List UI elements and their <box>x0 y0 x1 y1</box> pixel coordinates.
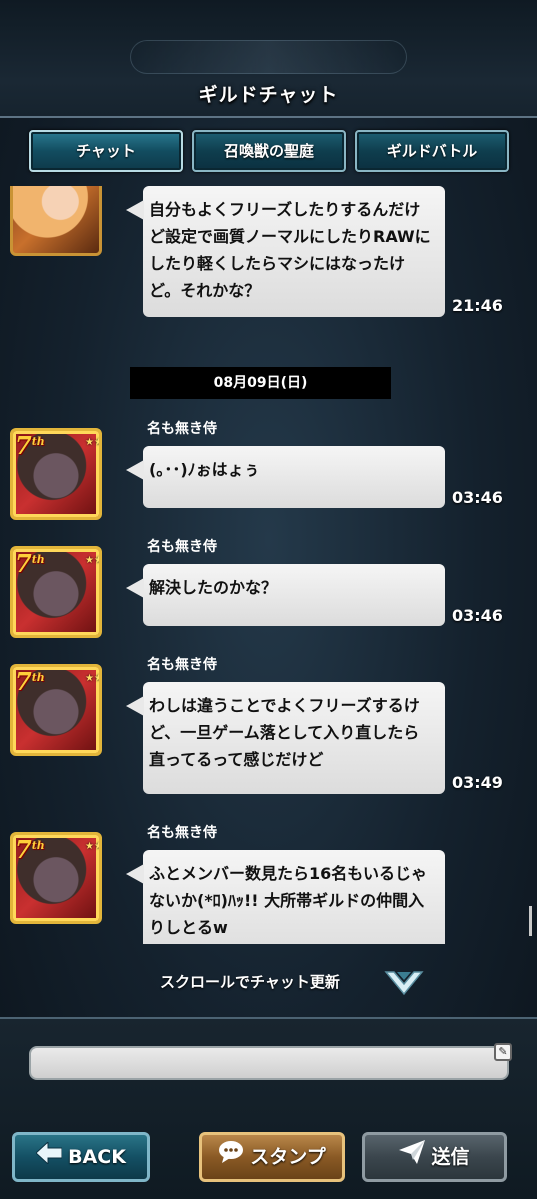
back-button[interactable]: BACK <box>12 1132 150 1182</box>
message-time: 03:49 <box>452 773 503 792</box>
scrollbar[interactable] <box>529 906 532 936</box>
scroll-hint-text: スクロールでチャット更新 <box>160 973 340 991</box>
rank-badge: 7th <box>15 549 45 578</box>
message-bubble: 解決したのかな？ <box>126 564 445 626</box>
star-icon: ★★★★★ <box>85 673 102 684</box>
sender-name: 名も無き侍 <box>147 657 217 673</box>
message-bubble: 自分もよくフリーズしたりするんだけど設定で画質ノーマルにしたりRAWにしたり軽く… <box>126 186 445 317</box>
edit-icon[interactable]: ✎ <box>494 1043 512 1061</box>
header-ornament <box>130 40 407 74</box>
sender-name: 名も無き侍 <box>147 539 217 555</box>
back-label: BACK <box>68 1146 126 1168</box>
samurai-avatar[interactable]: 7th ★★★★★ <box>10 428 102 520</box>
tab-bar: チャット 召喚獣の聖庭 ギルドバトル <box>0 130 537 172</box>
girl-avatar[interactable] <box>10 186 102 256</box>
date-separator: 08月09日(日) <box>130 367 391 399</box>
left-arrow-icon <box>35 1136 63 1180</box>
message-time: 21:46 <box>452 296 503 315</box>
header: ギルドチャット <box>0 0 537 118</box>
scroll-refresh-hint[interactable]: スクロールでチャット更新 <box>0 964 537 1000</box>
stamp-button[interactable]: スタンプ <box>199 1132 345 1182</box>
sender-name: 名も無き侍 <box>147 825 217 841</box>
paper-plane-icon <box>399 1136 426 1180</box>
send-button[interactable]: 送信 <box>362 1132 507 1182</box>
stamp-label: スタンプ <box>250 1146 326 1168</box>
message-time: 03:46 <box>452 488 503 507</box>
tab-guild-battle[interactable]: ギルドバトル <box>355 130 509 172</box>
rank-badge: 7th <box>15 431 45 460</box>
rank-badge: 7th <box>15 835 45 864</box>
tab-summon-garden[interactable]: 召喚獣の聖庭 <box>192 130 346 172</box>
star-icon: ★★★★★ <box>85 555 102 566</box>
tab-chat[interactable]: チャット <box>29 130 183 172</box>
samurai-avatar[interactable]: 7th ★★★★★ <box>10 832 102 924</box>
chat-input[interactable] <box>29 1046 509 1080</box>
message-bubble: (｡･･)ﾉぉはょぅ <box>126 446 445 508</box>
star-icon: ★★★★★ <box>85 437 102 448</box>
star-icon: ★★★★★ <box>85 841 102 852</box>
sender-name: 名も無き侍 <box>147 421 217 437</box>
page-title: ギルドチャット <box>198 84 339 106</box>
send-label: 送信 <box>431 1146 470 1168</box>
message-bubble: ふとメンバー数見たら16名もいるじゃないか(*ﾛ)ﾊｯ!! 大所帯ギルドの仲間入… <box>126 850 445 944</box>
rank-badge: 7th <box>15 667 45 696</box>
speech-bubble-icon <box>218 1136 244 1180</box>
message-bubble: わしは違うことでよくフリーズするけど、一旦ゲーム落として入り直したら直ってるって… <box>126 682 445 794</box>
chevron-down-icon <box>384 964 424 1000</box>
chat-log[interactable]: 自分もよくフリーズしたりするんだけど設定で画質ノーマルにしたりRAWにしたり軽く… <box>0 186 537 944</box>
message-time: 03:46 <box>452 606 503 625</box>
samurai-avatar[interactable]: 7th ★★★★★ <box>10 546 102 638</box>
samurai-avatar[interactable]: 7th ★★★★★ <box>10 664 102 756</box>
